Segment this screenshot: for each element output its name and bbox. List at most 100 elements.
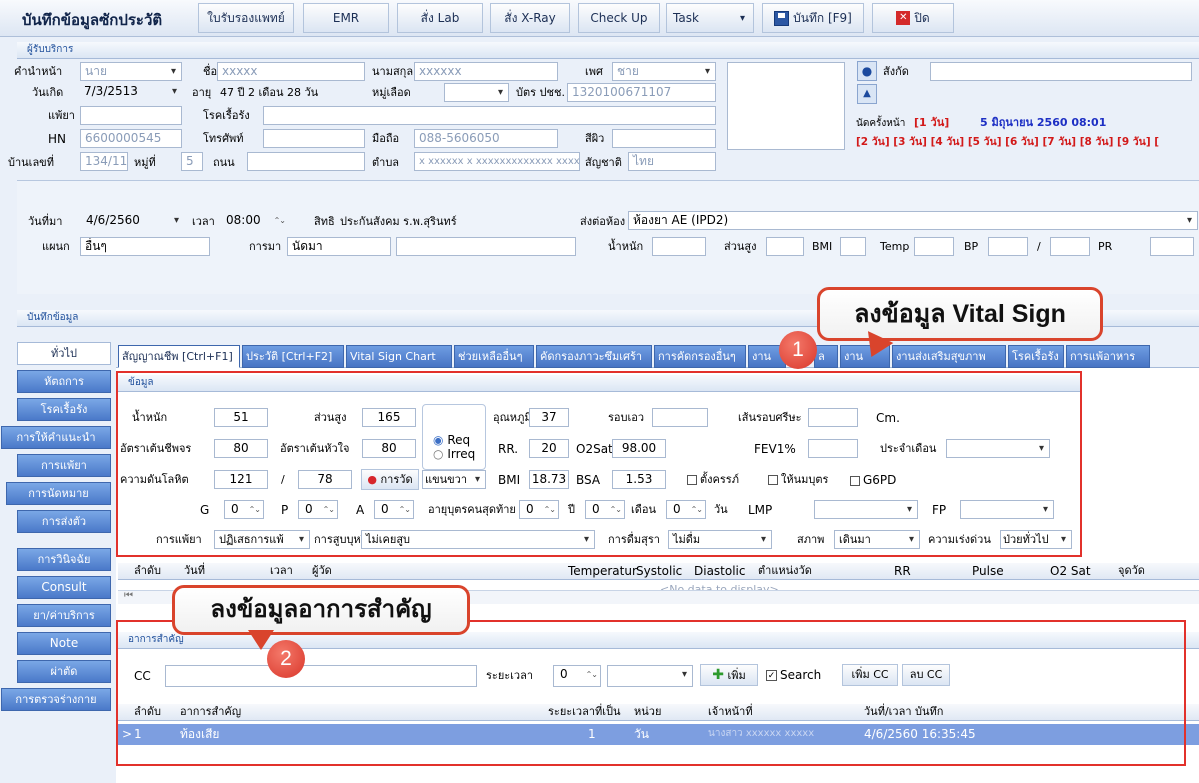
nav-note[interactable]: Note [17, 632, 111, 655]
visit-date-label: วันที่มา [28, 215, 63, 228]
road-label: ถนน [213, 156, 235, 169]
phone-label: โทรศัพท์ [203, 132, 244, 145]
right-label: สิทธิ [314, 215, 335, 228]
affiliation-field[interactable] [930, 62, 1192, 81]
save-button[interactable]: บันทึก [F9] [762, 3, 864, 33]
house-field[interactable]: 134/111 [80, 152, 128, 171]
mobile-field[interactable]: 088-5606050 [414, 129, 558, 148]
col-point: จุดวัด [1118, 564, 1145, 577]
visit-temp-field[interactable] [914, 237, 954, 256]
person-icon[interactable]: ● [857, 61, 877, 81]
arrive-field[interactable]: นัดมา [287, 237, 391, 256]
right-value: ประกันสังคม ร.พ.สุรินทร์ [340, 215, 457, 228]
tab-vital-signs[interactable]: สัญญาณชีพ [Ctrl+F1] [118, 345, 240, 368]
callout-vital-sign: ลงข้อมูล Vital Sign [817, 287, 1103, 341]
chronic-label: โรคเรื้อรัง [203, 109, 250, 122]
arrive-detail-field[interactable] [396, 237, 576, 256]
visit-bp-dia-field[interactable] [1050, 237, 1090, 256]
tab-history[interactable]: ประวัติ [Ctrl+F2] [242, 345, 344, 368]
road-field[interactable] [247, 152, 365, 171]
close-label: ปิด [914, 10, 930, 25]
allergy-label: แพ้ยา [48, 109, 75, 122]
nav-advice[interactable]: การให้คำแนะนำ [1, 426, 111, 449]
hn-field[interactable]: 6600000545 [80, 129, 182, 148]
visit-bmi-label: BMI [812, 240, 833, 253]
allergy-field[interactable] [80, 106, 182, 125]
col-diastolic: Diastolic [694, 564, 746, 578]
affiliation-label: สังกัด [883, 65, 909, 78]
nav-physical-exam[interactable]: การตรวจร่างกาย [1, 688, 111, 711]
visit-bp-label: BP [964, 240, 979, 253]
camera-icon[interactable]: ▲ [857, 84, 877, 104]
visit-bp-sys-field[interactable] [988, 237, 1028, 256]
tab-vital-chart[interactable]: Vital Sign Chart [346, 345, 452, 368]
moo-field[interactable]: 5 [181, 152, 203, 171]
tab-health-promotion[interactable]: งานส่งเสริมสุขภาพ [892, 345, 1006, 368]
tab-other-help[interactable]: ช่วยเหลืออื่นๆ [454, 345, 534, 368]
room-select[interactable]: ห้องยา AE (IPD2) [628, 211, 1198, 230]
nav-drug-service[interactable]: ยา/ค่าบริการ [17, 604, 111, 627]
visit-bmi-field[interactable] [840, 237, 866, 256]
visit-time-field[interactable]: 08:00 [222, 212, 288, 231]
nav-surgery[interactable]: ผ่าตัด [17, 660, 111, 683]
nav-referral[interactable]: การส่งตัว [17, 510, 111, 533]
visit-pr-field[interactable] [1150, 237, 1194, 256]
visit-pr-label: PR [1098, 240, 1113, 253]
tab-chronic[interactable]: โรคเรื้อรัง [1008, 345, 1064, 368]
chevron-down-icon: ▾ [739, 12, 745, 24]
callout-chief-complaint: ลงข้อมูลอาการสำคัญ [172, 585, 470, 635]
visit-date-field[interactable]: 4/6/2560 [82, 212, 184, 231]
nav-procedure[interactable]: หัตถการ [17, 370, 111, 393]
order-lab-button[interactable]: สั่ง Lab [397, 3, 483, 33]
prefix-label: คำนำหน้า [14, 65, 63, 78]
sex-select[interactable]: ชาย [612, 62, 716, 81]
visit-weight-field[interactable] [652, 237, 706, 256]
first-name-field[interactable]: xxxxx [217, 62, 365, 81]
blood-select[interactable] [444, 83, 509, 102]
hn-label: HN [48, 132, 66, 146]
dob-field[interactable]: 7/3/2513 [80, 83, 182, 102]
skin-field[interactable] [612, 129, 716, 148]
nav-appointment[interactable]: การนัดหมาย [6, 482, 111, 505]
emr-button[interactable]: EMR [303, 3, 389, 33]
house-label: บ้านเลขที่ [8, 156, 54, 169]
prefix-select[interactable]: นาย [80, 62, 182, 81]
order-xray-button[interactable]: สั่ง X-Ray [490, 3, 570, 33]
close-button[interactable]: ✕ ปิด [872, 3, 954, 33]
idcard-field[interactable]: 1320100671107 [567, 83, 716, 102]
col-date: วันที่ [184, 564, 205, 577]
tab-other-screen[interactable]: การคัดกรองอื่นๆ [654, 345, 746, 368]
last-name-field[interactable]: xxxxxx [414, 62, 558, 81]
first-name-label: ชื่อ [203, 65, 218, 78]
nav-diagnosis[interactable]: การวินิจฉัย [17, 548, 111, 571]
nav-drug-allergy[interactable]: การแพ้ยา [17, 454, 111, 477]
tab-work-1b[interactable]: ล [814, 345, 838, 368]
visit-time-label: เวลา [192, 215, 215, 228]
phone-field[interactable] [263, 129, 365, 148]
blood-label: หมู่เลือด [372, 86, 411, 99]
chronic-field[interactable] [263, 106, 716, 125]
scroll-first-icon[interactable]: ⏮ [124, 590, 133, 601]
tambon-field[interactable]: x xxxxxx x xxxxxxxxxxxxx xxxxxxxx [414, 152, 580, 171]
col-temperature: Temperatur [568, 564, 637, 578]
visit-height-label: ส่วนสูง [724, 240, 757, 253]
nav-general[interactable]: ทั่วไป [17, 342, 111, 365]
task-button[interactable]: Task ▾ [666, 3, 754, 33]
arrive-label: การมา [249, 240, 282, 253]
medical-certificate-button[interactable]: ใบรับรองแพทย์ [198, 3, 294, 33]
tab-depression-screen[interactable]: คัดกรองภาวะซึมเศร้า [536, 345, 652, 368]
photo-frame [727, 62, 845, 150]
col-position: ตำแหน่งวัด [758, 564, 812, 577]
checkup-button[interactable]: Check Up [578, 3, 660, 33]
step-badge-1: 1 [779, 331, 817, 369]
visit-weight-label: น้ำหนัก [608, 240, 644, 253]
sex-label: เพศ [585, 65, 603, 78]
tab-food-allergy[interactable]: การแพ้อาหาร [1066, 345, 1150, 368]
col-pulse: Pulse [972, 564, 1004, 578]
appointment-day-options[interactable]: [2 วัน] [3 วัน] [4 วัน] [5 วัน] [6 วัน] … [856, 134, 1159, 150]
dept-field[interactable]: อื่นๆ [80, 237, 210, 256]
visit-height-field[interactable] [766, 237, 804, 256]
nation-field[interactable]: ไทย [628, 152, 716, 171]
nav-consult[interactable]: Consult [17, 576, 111, 599]
nav-chronic[interactable]: โรคเรื้อรัง [17, 398, 111, 421]
